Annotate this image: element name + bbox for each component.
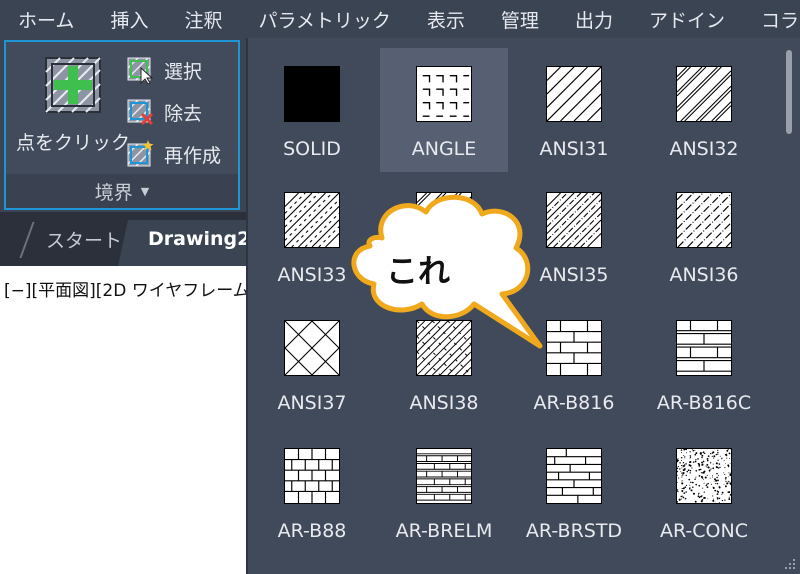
pattern-label: SOLID xyxy=(283,138,341,160)
tab-parametric[interactable]: パラメトリック xyxy=(240,6,408,33)
pattern-angle-swatch xyxy=(416,66,472,122)
pattern-label: AR-CONC xyxy=(660,520,748,542)
pattern-ar-b816-swatch xyxy=(546,320,602,376)
viewport-controls-label[interactable]: [−][平面図][2D ワイヤフレーム] xyxy=(4,276,256,301)
pattern-label: ANSI35 xyxy=(539,264,609,286)
pattern-ansi37-swatch xyxy=(284,320,340,376)
hatch-pattern-gallery: SOLID ANGLE ANSI31 ANSI32 ANSI33 ANSI34 xyxy=(246,38,800,574)
remove-boundaries-icon xyxy=(127,99,154,126)
pick-points-label: 点をクリック xyxy=(16,132,131,154)
pattern-ar-brstd[interactable]: AR-BRSTD xyxy=(510,430,638,554)
recreate-boundary-label: 再作成 xyxy=(164,144,222,167)
tab-output[interactable]: 出力 xyxy=(557,6,631,33)
callout-text: これ xyxy=(386,252,451,290)
tab-start[interactable]: スタート xyxy=(46,226,122,253)
ribbon-menu-bar: ホーム 挿入 注釈 パラメトリック 表示 管理 出力 アドイン コラボレ xyxy=(0,0,800,38)
caret-down-icon: ▼ xyxy=(140,184,150,198)
tab-view[interactable]: 表示 xyxy=(409,6,483,33)
remove-boundaries-label: 除去 xyxy=(164,102,203,125)
pattern-ansi35-swatch xyxy=(546,192,602,248)
pattern-label: ANSI36 xyxy=(669,264,739,286)
recreate-boundary-button[interactable]: 再作成 xyxy=(126,136,238,172)
drawing-viewport[interactable]: [−][平面図][2D ワイヤフレーム] xyxy=(0,266,256,574)
ribbon-area: 点をクリック 選択 除去 再作成 境界 ▼ xyxy=(0,38,246,212)
pattern-ansi31-swatch xyxy=(546,66,602,122)
pattern-label: AR-B816C xyxy=(656,392,752,414)
select-objects-icon xyxy=(127,57,154,84)
pattern-label: AR-BRSTD xyxy=(525,520,623,542)
pattern-solid[interactable]: SOLID xyxy=(248,48,376,172)
pattern-ansi37[interactable]: ANSI37 xyxy=(248,302,376,426)
boundaries-panel-title: 境界 xyxy=(94,181,133,204)
pattern-solid-swatch xyxy=(284,66,340,122)
pattern-ansi34-swatch xyxy=(416,192,472,248)
pick-points-icon xyxy=(45,57,101,113)
tab-separator xyxy=(19,222,35,258)
pattern-ar-conc[interactable]: AR-CONC xyxy=(640,430,768,554)
pattern-ar-b816[interactable]: AR-B816 xyxy=(510,302,638,426)
pattern-ar-b816c[interactable]: AR-B816C xyxy=(640,302,768,426)
pattern-ar-b88[interactable]: AR-B88 xyxy=(248,430,376,554)
pattern-ansi32[interactable]: ANSI32 xyxy=(640,48,768,172)
pattern-ansi33-swatch xyxy=(284,192,340,248)
pattern-label: ANSI38 xyxy=(409,392,479,414)
gallery-scrollbar[interactable] xyxy=(786,50,792,134)
tab-drawing[interactable]: Drawing2* xyxy=(148,228,260,250)
pattern-label: ANGLE xyxy=(411,138,477,160)
pattern-ansi33[interactable]: ANSI33 xyxy=(248,174,376,298)
file-tab-bar: スタート Drawing2* xyxy=(0,212,260,266)
pattern-label: AR-B816 xyxy=(533,392,615,414)
pattern-ansi36-swatch xyxy=(676,192,732,248)
pattern-ansi38-swatch xyxy=(416,320,472,376)
recreate-boundary-icon xyxy=(127,140,154,167)
tab-manage[interactable]: 管理 xyxy=(483,6,557,33)
pattern-ar-conc-swatch xyxy=(676,448,732,504)
select-objects-button[interactable]: 選択 xyxy=(126,52,238,88)
tab-home[interactable]: ホーム xyxy=(0,6,92,33)
pattern-ansi38[interactable]: ANSI38 xyxy=(380,302,508,426)
remove-boundaries-button[interactable]: 除去 xyxy=(126,94,238,130)
pattern-label: AR-BRELM xyxy=(395,520,493,542)
pattern-angle[interactable]: ANGLE xyxy=(380,48,508,172)
select-objects-label: 選択 xyxy=(164,60,203,83)
pattern-label: ANSI31 xyxy=(539,138,609,160)
pattern-label: ANSI33 xyxy=(277,264,347,286)
pick-points-button[interactable]: 点をクリック xyxy=(12,50,130,188)
tab-insert[interactable]: 挿入 xyxy=(92,6,166,33)
pattern-ar-b88-swatch xyxy=(284,448,340,504)
tab-annotate[interactable]: 注釈 xyxy=(166,6,240,33)
tab-addins[interactable]: アドイン xyxy=(631,6,743,33)
pattern-ansi31[interactable]: ANSI31 xyxy=(510,48,638,172)
pattern-ar-brstd-swatch xyxy=(546,448,602,504)
pattern-label: ANSI32 xyxy=(669,138,739,160)
resize-grip-icon[interactable] xyxy=(784,558,796,570)
pattern-ar-brelm-swatch xyxy=(416,448,472,504)
boundaries-panel: 点をクリック 選択 除去 再作成 境界 ▼ xyxy=(4,40,240,210)
pattern-label: ANSI37 xyxy=(277,392,347,414)
pattern-ar-brelm[interactable]: AR-BRELM xyxy=(380,430,508,554)
pattern-ansi35[interactable]: ANSI35 xyxy=(510,174,638,298)
boundaries-panel-expander[interactable]: 境界 ▼ xyxy=(6,174,238,208)
pattern-ansi36[interactable]: ANSI36 xyxy=(640,174,768,298)
pattern-ar-b816c-swatch xyxy=(676,320,732,376)
pattern-ansi32-swatch xyxy=(676,66,732,122)
tab-collaborate[interactable]: コラボレ xyxy=(743,6,800,33)
pattern-label: AR-B88 xyxy=(277,520,347,542)
